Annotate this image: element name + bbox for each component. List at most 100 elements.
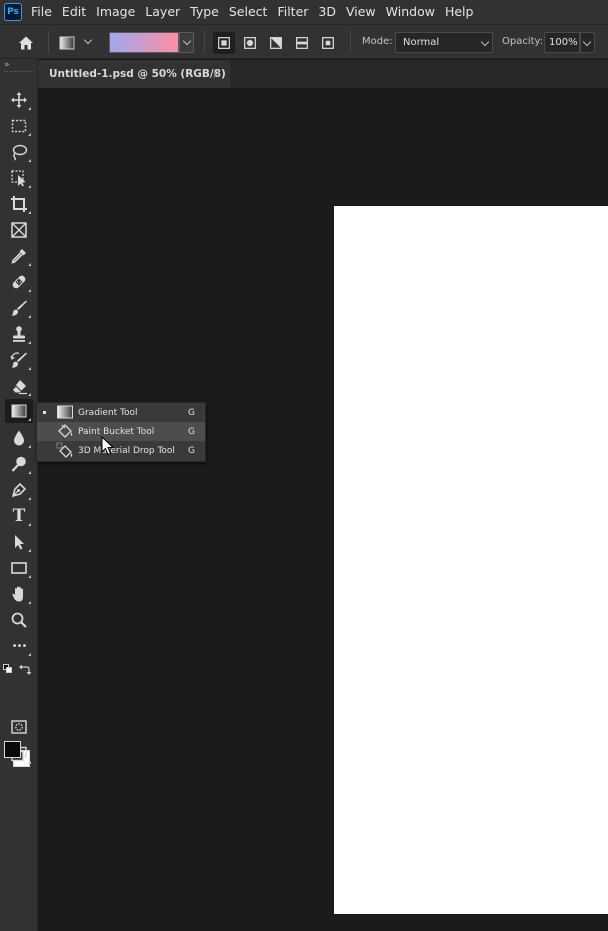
- more-icon: •••: [11, 640, 28, 652]
- gradient-preview[interactable]: [109, 32, 179, 53]
- more-tools-indicator: [28, 497, 31, 500]
- gradient-picker-dropdown[interactable]: [179, 32, 194, 53]
- swap-colors-icon[interactable]: [19, 664, 31, 675]
- panel-grip[interactable]: [4, 71, 34, 73]
- menu-3d[interactable]: 3D: [313, 0, 341, 24]
- more-tools-indicator: [28, 263, 31, 266]
- opacity-slider-toggle[interactable]: [580, 32, 595, 53]
- menu-filter[interactable]: Filter: [272, 0, 313, 24]
- foreground-color-swatch[interactable]: [4, 741, 21, 758]
- options-bar: Mode: Normal Opacity: 100%: [0, 24, 608, 59]
- more-tools-indicator: [28, 393, 31, 396]
- more-tools-indicator: [28, 159, 31, 162]
- more-tools-indicator: [28, 185, 31, 188]
- quick-mask-button[interactable]: [5, 715, 33, 739]
- clone-stamp-tool[interactable]: [5, 322, 33, 346]
- frame-tool[interactable]: [5, 218, 33, 242]
- history-brush-tool[interactable]: [5, 348, 33, 372]
- move-tool[interactable]: [5, 88, 33, 112]
- dodge-tool[interactable]: [5, 452, 33, 476]
- gradient-icon: [57, 405, 73, 419]
- brush-tool[interactable]: [5, 296, 33, 320]
- eraser-tool[interactable]: [5, 374, 33, 398]
- pen-tool[interactable]: [5, 478, 33, 502]
- marquee-tool[interactable]: [5, 114, 33, 138]
- zoom-tool[interactable]: [5, 608, 33, 632]
- menu-window[interactable]: Window: [381, 0, 440, 24]
- home-button[interactable]: [15, 32, 37, 54]
- path-selection-tool[interactable]: [5, 530, 33, 554]
- angle-gradient-button[interactable]: [265, 32, 287, 54]
- document-tab[interactable]: Untitled-1.psd @ 50% (RGB/8) ×: [38, 60, 230, 88]
- paint-bucket-icon: [58, 424, 73, 438]
- edit-toolbar-button[interactable]: •••: [5, 634, 33, 658]
- brush-icon: [11, 300, 27, 316]
- menu-help[interactable]: Help: [440, 0, 479, 24]
- eyedropper-tool[interactable]: [5, 244, 33, 268]
- hand-icon: [12, 586, 23, 602]
- menu-image[interactable]: Image: [91, 0, 140, 24]
- more-tools-indicator: [28, 653, 31, 656]
- chevron-down-icon: [582, 37, 592, 47]
- type-tool[interactable]: T: [5, 504, 33, 528]
- home-icon: [19, 36, 33, 50]
- frame-icon: [11, 222, 27, 238]
- flyout-item-paint-bucket-tool[interactable]: Paint Bucket Tool G: [37, 422, 205, 441]
- collapse-panel-icon[interactable]: »: [4, 60, 9, 70]
- more-tools-indicator: [28, 133, 31, 136]
- flyout-item-label: Paint Bucket Tool: [78, 426, 155, 437]
- more-tools-indicator: [28, 211, 31, 214]
- flyout-item-gradient-tool[interactable]: Gradient Tool G: [37, 403, 205, 422]
- more-tools-indicator: [28, 601, 31, 604]
- hand-tool[interactable]: [5, 582, 33, 606]
- close-icon[interactable]: ×: [212, 68, 221, 81]
- flyout-item-shortcut: G: [188, 426, 195, 437]
- 3d-material-drop-icon: [56, 442, 73, 458]
- object-selection-tool[interactable]: [5, 166, 33, 190]
- diamond-gradient-icon: [322, 37, 334, 49]
- menu-select[interactable]: Select: [224, 0, 273, 24]
- linear-gradient-button[interactable]: [213, 32, 235, 54]
- menu-view[interactable]: View: [341, 0, 381, 24]
- crop-tool[interactable]: [5, 192, 33, 216]
- more-tools-indicator: [28, 315, 31, 318]
- pen-icon: [11, 482, 27, 498]
- menu-edit[interactable]: Edit: [57, 0, 91, 24]
- separator: [204, 31, 205, 53]
- gradient-tool[interactable]: [5, 399, 33, 423]
- mode-dropdown[interactable]: Normal: [395, 32, 493, 53]
- rectangle-tool[interactable]: [5, 556, 33, 580]
- default-colors-icon[interactable]: [3, 664, 13, 674]
- rectangular-marquee-icon: [11, 119, 27, 133]
- mode-value: Normal: [403, 37, 440, 48]
- object-selection-icon: [11, 170, 26, 187]
- document-tab-title: Untitled-1.psd @ 50% (RGB/8): [49, 68, 226, 80]
- flyout-item-3d-material-drop-tool[interactable]: 3D Material Drop Tool G: [37, 441, 205, 460]
- menu-type[interactable]: Type: [185, 0, 224, 24]
- healing-brush-tool[interactable]: [5, 270, 33, 294]
- eyedropper-icon: [11, 249, 26, 264]
- bandage-icon: [12, 275, 26, 289]
- menu-file[interactable]: File: [26, 0, 57, 24]
- diamond-gradient-button[interactable]: [317, 32, 339, 54]
- blur-tool[interactable]: [5, 426, 33, 450]
- more-tools-indicator: [28, 523, 31, 526]
- radial-gradient-button[interactable]: [239, 32, 261, 54]
- crop-icon: [11, 196, 27, 212]
- reflected-gradient-icon: [296, 37, 308, 49]
- more-tools-indicator: [28, 289, 31, 292]
- gradient-tool-icon: [59, 36, 75, 50]
- zoom-icon: [11, 612, 27, 628]
- photoshop-logo[interactable]: Ps: [4, 3, 22, 21]
- reflected-gradient-button[interactable]: [291, 32, 313, 54]
- chevron-down-icon[interactable]: [83, 35, 93, 47]
- menu-layer[interactable]: Layer: [140, 0, 185, 24]
- eraser-icon: [12, 380, 27, 395]
- move-icon: [11, 92, 27, 108]
- separator: [48, 31, 49, 53]
- more-tools-indicator: [28, 107, 31, 110]
- tool-preset-picker[interactable]: [56, 32, 78, 54]
- opacity-input[interactable]: 100%: [544, 32, 580, 53]
- lasso-tool[interactable]: [5, 140, 33, 164]
- document-canvas[interactable]: [334, 206, 608, 914]
